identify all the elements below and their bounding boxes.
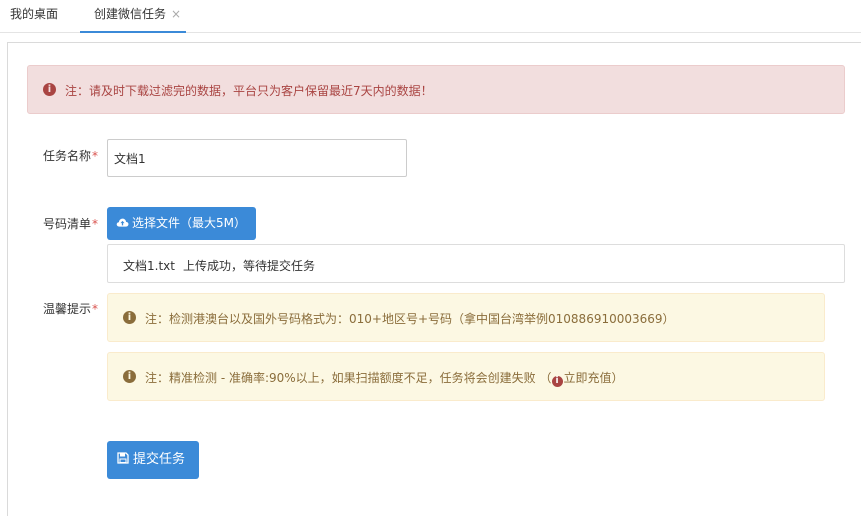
required-mark: * [92, 217, 98, 231]
tab-create-wechat-task[interactable]: 创建微信任务 × [80, 0, 186, 33]
tip-text: 注：精准检测 - 准确率:90%以上，如果扫描额度不足，任务将会创建失败 （i 立… [145, 371, 624, 387]
tip-precise-detection: i 注：精准检测 - 准确率:90%以上，如果扫描额度不足，任务将会创建失败 （… [107, 352, 825, 401]
tab-label: 创建微信任务 [94, 7, 167, 21]
data-retention-alert: i 注：请及时下载过滤完的数据，平台只为客户保留最近7天内的数据！ [27, 65, 845, 114]
tips-label: 温馨提示* [42, 302, 98, 316]
choose-file-button[interactable]: 选择文件（最大5M） [107, 207, 256, 240]
tip-international-format: i 注：检测港澳台以及国外号码格式为：010+地区号+号码（拿中国台湾举例010… [107, 293, 825, 342]
uploaded-file-name: 文档1.txt [123, 259, 175, 273]
tab-bar: 我的桌面 创建微信任务 × [0, 0, 861, 33]
submit-button-label: 提交任务 [133, 452, 186, 467]
task-name-input[interactable] [107, 139, 407, 177]
required-mark: * [92, 149, 98, 163]
tip-text: 注：检测港澳台以及国外号码格式为：010+地区号+号码（拿中国台湾举例01088… [145, 312, 675, 326]
alert-text: 注：请及时下载过滤完的数据，平台只为客户保留最近7天内的数据！ [65, 84, 433, 98]
task-name-label: 任务名称* [42, 149, 98, 163]
cloud-upload-icon [116, 218, 129, 227]
close-icon[interactable]: × [171, 0, 181, 28]
number-list-label: 号码清单* [42, 217, 98, 231]
upload-button-label: 选择文件（最大5M） [132, 216, 246, 230]
submit-task-button[interactable]: 提交任务 [107, 441, 199, 479]
upload-status-text: 上传成功，等待提交任务 [183, 259, 316, 273]
info-circle-icon: i [43, 83, 56, 96]
save-icon [117, 452, 129, 464]
upload-result-box: 文档1.txt 上传成功，等待提交任务 [107, 244, 845, 283]
required-mark: * [92, 302, 98, 316]
info-circle-icon: i [123, 370, 136, 383]
tab-my-desktop[interactable]: 我的桌面 [10, 0, 58, 33]
info-circle-icon: i [551, 376, 563, 387]
info-circle-icon: i [123, 311, 136, 324]
recharge-link[interactable]: i 立即充值 [551, 371, 612, 387]
